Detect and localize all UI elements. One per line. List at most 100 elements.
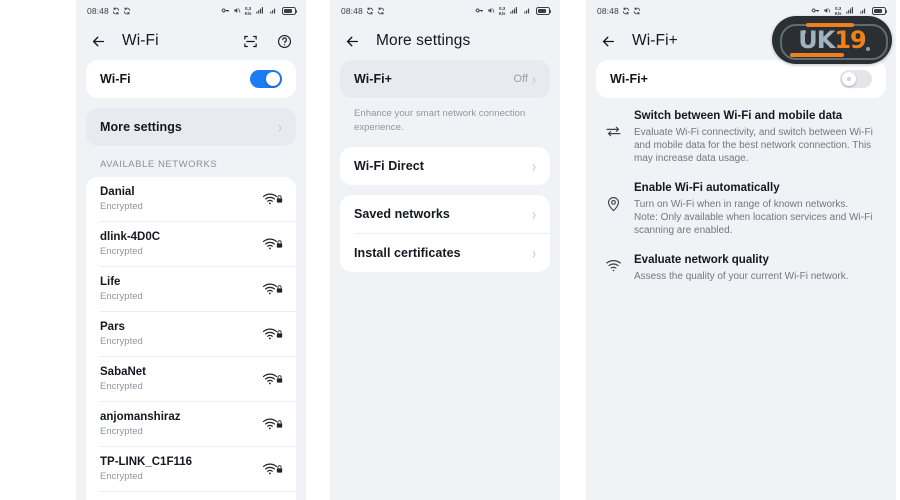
wifi-lock-icon <box>262 415 282 433</box>
wifi-plus-row[interactable]: Wi-Fi+ Off › <box>340 60 550 98</box>
network-list-item[interactable]: ParsEncrypted <box>86 312 296 356</box>
back-arrow-icon[interactable] <box>598 31 618 51</box>
wifi-toggle-switch[interactable] <box>250 70 282 88</box>
available-networks-heading: AVAILABLE NETWORKS <box>76 146 306 177</box>
mute-icon <box>487 3 495 19</box>
chevron-right-icon: › <box>532 206 536 222</box>
app-bar: More settings <box>330 22 560 60</box>
app-bar: Wi-Fi <box>76 22 306 60</box>
page-title: Wi-Fi <box>122 32 226 50</box>
sync-icon <box>622 3 630 19</box>
battery-icon <box>282 7 296 15</box>
settings-list-card: Saved networks › Install certificates › <box>340 195 550 272</box>
network-list-item[interactable]: dlink-4D0CEncrypted <box>86 222 296 266</box>
feature-description: Turn on Wi-Fi when in range of known net… <box>634 198 878 238</box>
key-icon <box>221 3 230 19</box>
status-bar: 08:48 0.3 K/s <box>76 0 306 22</box>
status-bar-left: 08:48 <box>597 3 641 19</box>
feature-enable-wifi-auto: Enable Wi-Fi automatically Turn on Wi-Fi… <box>586 170 896 242</box>
wifi-plus-toggle-switch[interactable] <box>840 70 872 88</box>
chevron-right-icon: › <box>532 158 536 174</box>
feature-title: Enable Wi-Fi automatically <box>634 181 878 196</box>
battery-icon <box>872 7 886 15</box>
signal-icon-1 <box>255 3 265 19</box>
network-list-item[interactable]: SabaNetEncrypted <box>86 357 296 401</box>
help-icon[interactable] <box>274 31 294 51</box>
wifi-icon <box>602 253 624 274</box>
network-list-item[interactable]: LifeEncrypted <box>86 267 296 311</box>
data-rate-icon: 0.3 K/s <box>499 6 506 16</box>
scan-qr-icon[interactable] <box>240 31 260 51</box>
screenshot-stage: 08:48 0.3 K/s <box>0 0 900 500</box>
status-bar-right: 0.3 K/s <box>221 3 296 19</box>
battery-icon <box>536 7 550 15</box>
network-security: Encrypted <box>100 245 262 258</box>
wifi-plus-card: Wi-Fi+ Off › <box>340 60 550 98</box>
data-rate-unit: K/s <box>499 11 506 16</box>
page-title: More settings <box>376 32 548 50</box>
install-certificates-row[interactable]: Install certificates › <box>340 234 550 272</box>
saved-networks-row[interactable]: Saved networks › <box>340 195 550 233</box>
back-arrow-icon[interactable] <box>342 31 362 51</box>
available-networks-card: DanialEncrypteddlink-4D0CEncryptedLifeEn… <box>86 177 296 500</box>
status-bar: 08:48 0.3 K/s <box>330 0 560 22</box>
status-bar-right: 0.3 K/s <box>475 3 550 19</box>
network-name: Life <box>100 275 262 289</box>
sync-icon <box>123 3 131 19</box>
network-name: Danial <box>100 185 262 199</box>
feature-description: Evaluate Wi-Fi connectivity, and switch … <box>634 126 878 166</box>
signal-icon-1 <box>509 3 519 19</box>
status-bar-left: 08:48 <box>87 3 131 19</box>
network-security: Encrypted <box>100 470 262 483</box>
feature-evaluate-quality: Evaluate network quality Assess the qual… <box>586 242 896 288</box>
status-bar-clock: 08:48 <box>87 6 109 16</box>
phone-screen-wifi-plus: 08:48 0.3 K/s <box>586 0 896 500</box>
swap-arrows-icon <box>602 109 624 140</box>
watermark-text-right: 19 <box>834 26 865 54</box>
data-rate-unit: K/s <box>245 11 252 16</box>
network-list-item[interactable]: TP-LINK_C1F116Encrypted <box>86 447 296 491</box>
chevron-right-icon: › <box>532 245 536 261</box>
back-arrow-icon[interactable] <box>88 31 108 51</box>
sync-icon <box>112 3 120 19</box>
sync-icon <box>377 3 385 19</box>
wifi-plus-toggle-row[interactable]: Wi-Fi+ <box>596 60 886 98</box>
network-name: dlink-4D0C <box>100 230 262 244</box>
wifi-lock-icon <box>262 370 282 388</box>
network-name: SabaNet <box>100 365 262 379</box>
more-settings-row[interactable]: More settings › <box>86 108 296 146</box>
network-security: Encrypted <box>100 290 262 303</box>
feature-title: Switch between Wi-Fi and mobile data <box>634 109 878 124</box>
wifi-toggle-label: Wi-Fi <box>100 72 131 86</box>
data-rate-icon: 0.3 K/s <box>835 6 842 16</box>
wifi-direct-card: Wi-Fi Direct › <box>340 147 550 185</box>
wifi-toggle-row[interactable]: Wi-Fi <box>86 60 296 98</box>
network-list-item[interactable]: anjomanshirazEncrypted <box>86 402 296 446</box>
chevron-right-icon: › <box>532 71 536 87</box>
wifi-plus-hint: Enhance your smart network connection ex… <box>330 98 560 147</box>
feature-list: Switch between Wi-Fi and mobile data Eva… <box>586 98 896 288</box>
sync-icon <box>633 3 641 19</box>
network-name: TP-LINK_C1F116 <box>100 455 262 469</box>
network-security: Encrypted <box>100 380 262 393</box>
network-name: Pars <box>100 320 262 334</box>
wifi-direct-row[interactable]: Wi-Fi Direct › <box>340 147 550 185</box>
wifi-lock-icon <box>262 280 282 298</box>
watermark-text: UK19 <box>798 28 866 52</box>
feature-switch-networks: Switch between Wi-Fi and mobile data Eva… <box>586 98 896 170</box>
location-pin-icon <box>602 181 624 212</box>
network-security: Encrypted <box>100 335 262 348</box>
data-rate-icon: 0.3 K/s <box>245 6 252 16</box>
status-bar-left: 08:48 <box>341 3 385 19</box>
feature-title: Evaluate network quality <box>634 253 878 268</box>
network-list-item[interactable]: DanialEncrypted <box>86 177 296 221</box>
wifi-plus-toggle-label: Wi-Fi+ <box>610 72 648 86</box>
more-settings-card: More settings › <box>86 108 296 146</box>
network-list-item[interactable]: Amozesh-fakhrabadEncrypted <box>86 492 296 500</box>
chevron-right-icon: › <box>278 119 282 135</box>
mute-icon <box>233 3 241 19</box>
wifi-plus-label: Wi-Fi+ <box>354 72 392 86</box>
phone-screen-wifi-list: 08:48 0.3 K/s <box>76 0 306 500</box>
saved-networks-label: Saved networks <box>354 207 450 221</box>
wifi-lock-icon <box>262 460 282 478</box>
